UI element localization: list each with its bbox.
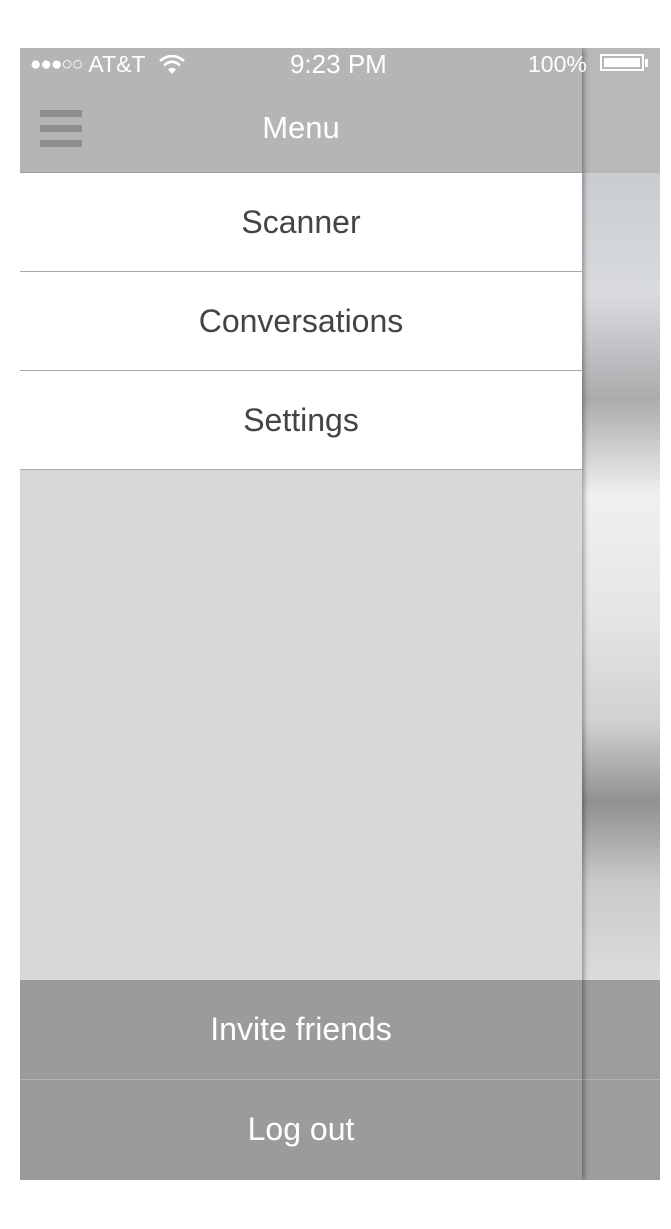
drawer-footer: Invite friends Log out: [20, 980, 582, 1180]
battery-icon: [600, 54, 644, 71]
menu-list: Scanner Conversations Settings: [20, 173, 582, 470]
nav-title: Menu: [262, 110, 340, 145]
background-footer: [582, 980, 660, 1180]
battery-percent: 100%: [528, 51, 587, 77]
status-left: ●●●○○ AT&T: [30, 51, 186, 78]
battery-nub: [645, 59, 648, 67]
menu-item-settings[interactable]: Settings: [20, 371, 582, 470]
invite-friends-button[interactable]: Invite friends: [20, 980, 582, 1079]
menu-item-scanner[interactable]: Scanner: [20, 173, 582, 272]
background-app[interactable]: [582, 48, 660, 1180]
phone-screen: Menu Scanner Conversations Settings Invi…: [20, 48, 660, 1180]
side-drawer: Menu Scanner Conversations Settings Invi…: [20, 48, 582, 1180]
status-time: 9:23 PM: [290, 49, 387, 79]
wifi-icon: [159, 54, 186, 74]
background-footer-divider: [582, 1079, 660, 1080]
status-bar: ●●●○○ AT&T 9:23 PM 100%: [20, 48, 660, 79]
carrier-name: AT&T: [88, 51, 146, 77]
signal-strength-icon: ●●●○○: [30, 53, 83, 75]
background-content: [582, 173, 660, 980]
menu-item-conversations[interactable]: Conversations: [20, 272, 582, 371]
logout-button[interactable]: Log out: [20, 1080, 582, 1179]
